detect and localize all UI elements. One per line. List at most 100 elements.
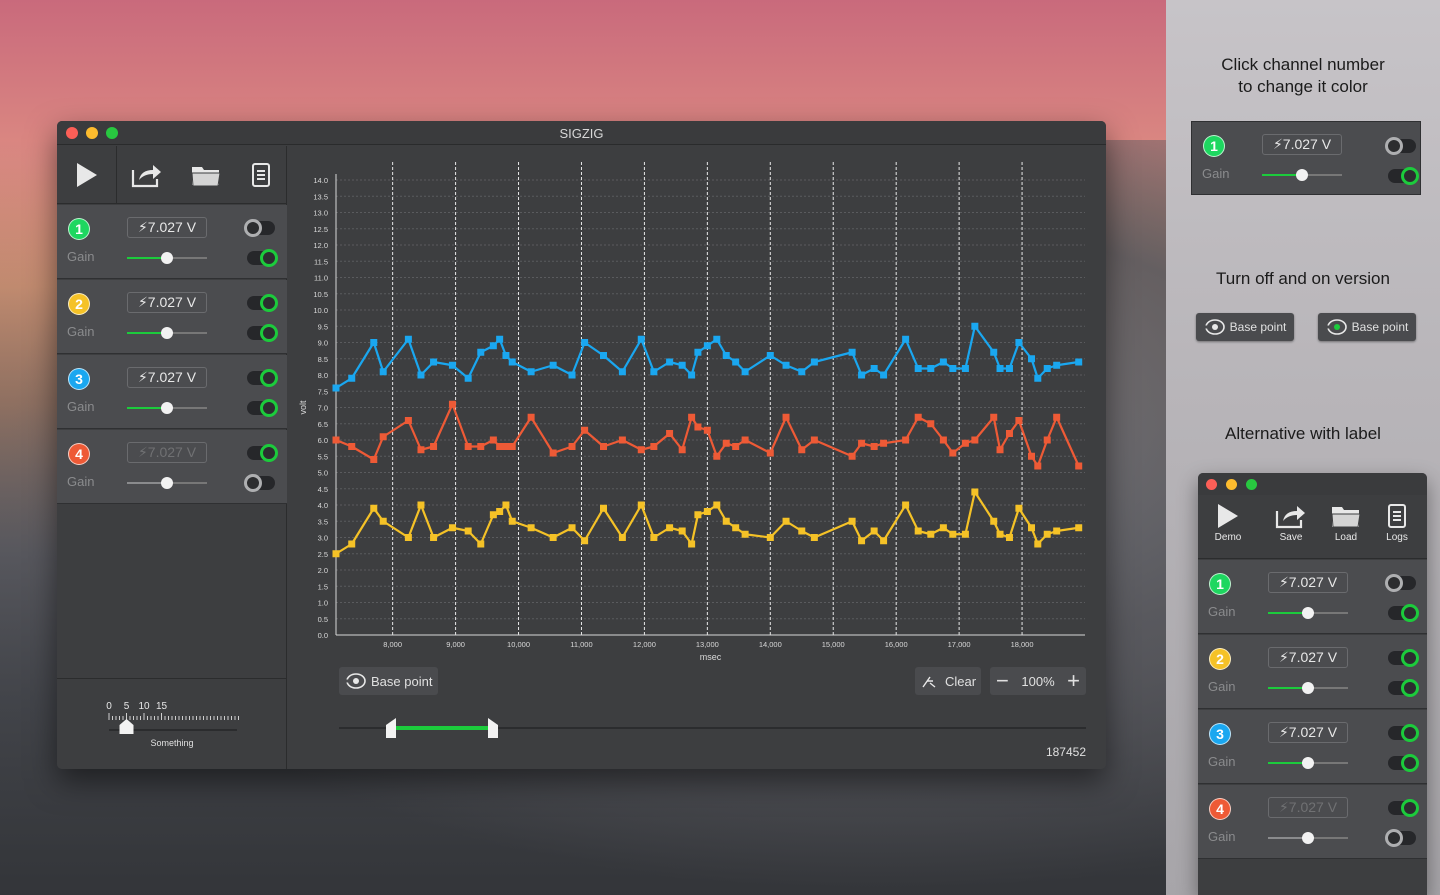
- alt-gain-knob[interactable]: [1302, 607, 1314, 619]
- sample-toggle-top[interactable]: [1385, 137, 1416, 155]
- alt-channel-3: 3 ⚡7.027 V Gain: [1198, 710, 1427, 784]
- data-point-series-3: [914, 527, 922, 535]
- alt-enable-toggle[interactable]: [1388, 754, 1419, 772]
- bolt-icon: ⚡: [137, 444, 148, 460]
- alt-enable-toggle[interactable]: [1388, 679, 1419, 697]
- alt-visibility-toggle[interactable]: [1388, 649, 1419, 667]
- alt-gain-knob[interactable]: [1302, 832, 1314, 844]
- visibility-toggle[interactable]: [247, 294, 278, 312]
- gain-knob[interactable]: [161, 327, 173, 339]
- data-point-series-1: [1015, 339, 1023, 346]
- clear-label: Clear: [945, 673, 977, 689]
- alt-channel-number[interactable]: 3: [1209, 723, 1231, 745]
- visibility-toggle[interactable]: [247, 444, 278, 462]
- alt-gain-slider[interactable]: [1268, 682, 1348, 694]
- enable-toggle[interactable]: [244, 474, 275, 492]
- alt-channel-number[interactable]: 4: [1209, 798, 1231, 820]
- log-button[interactable]: [235, 146, 287, 204]
- channel-number[interactable]: 2: [68, 293, 90, 315]
- visibility-toggle[interactable]: [244, 219, 275, 237]
- enable-toggle[interactable]: [247, 249, 278, 267]
- alt-save-button[interactable]: Save: [1266, 503, 1316, 543]
- sample-gain-slider[interactable]: [1262, 169, 1342, 181]
- alt-demo-label: Demo: [1214, 532, 1242, 543]
- data-point-series-3: [1028, 524, 1035, 532]
- data-point-series-2: [694, 423, 702, 431]
- enable-toggle[interactable]: [247, 399, 278, 417]
- alt-demo-button[interactable]: Demo: [1203, 503, 1253, 543]
- share-icon: [1275, 506, 1305, 529]
- alt-visibility-toggle[interactable]: [1385, 574, 1416, 592]
- alt-gain-knob[interactable]: [1302, 757, 1314, 769]
- sample-toggle-bottom[interactable]: [1388, 167, 1419, 185]
- y-axis-label: volt: [298, 400, 308, 415]
- alt-voltage-text: 7.027 V: [1288, 799, 1338, 815]
- zoom-control: − 100% +: [990, 667, 1086, 695]
- sample-gain-knob[interactable]: [1296, 169, 1308, 181]
- alt-visibility-toggle[interactable]: [1388, 724, 1419, 742]
- alt-load-button[interactable]: Load: [1321, 503, 1371, 543]
- alt-close-button[interactable]: [1206, 479, 1217, 490]
- gain-slider[interactable]: [127, 252, 207, 264]
- y-tick-label: 10.0: [313, 306, 328, 315]
- base-point-on-button[interactable]: Base point: [1318, 313, 1416, 341]
- clear-button[interactable]: Clear: [915, 667, 981, 695]
- bolt-icon: ⚡: [1278, 724, 1289, 740]
- alt-visibility-toggle[interactable]: [1388, 799, 1419, 817]
- y-tick-label: 8.5: [318, 355, 328, 364]
- range-slider[interactable]: [339, 718, 1086, 738]
- ruler-label: Something: [150, 738, 194, 748]
- gain-slider[interactable]: [127, 327, 207, 339]
- channel-number[interactable]: 3: [68, 368, 90, 390]
- open-button[interactable]: [177, 146, 235, 204]
- ruler-control[interactable]: 0 5 10 15 Something: [57, 678, 287, 769]
- data-point-series-2: [496, 443, 504, 450]
- zoom-in-button[interactable]: +: [1067, 670, 1080, 692]
- visibility-toggle[interactable]: [247, 369, 278, 387]
- ruler-knob[interactable]: [119, 719, 134, 734]
- gain-knob[interactable]: [161, 477, 173, 489]
- gain-knob[interactable]: [161, 252, 173, 264]
- sample-channel: 1 ⚡7.027 V Gain: [1191, 121, 1421, 195]
- y-tick-label: 9.0: [318, 339, 328, 348]
- range-end-handle[interactable]: [488, 718, 499, 738]
- alt-minimize-button[interactable]: [1226, 479, 1237, 490]
- alt-channel-number[interactable]: 2: [1209, 648, 1231, 670]
- alt-gain-slider[interactable]: [1268, 832, 1348, 844]
- channel-number[interactable]: 1: [68, 218, 90, 240]
- play-button[interactable]: [57, 146, 117, 204]
- gain-slider[interactable]: [127, 477, 207, 489]
- enable-toggle[interactable]: [247, 324, 278, 342]
- data-point-series-1: [713, 335, 721, 343]
- share-button[interactable]: [117, 146, 177, 204]
- alt-gain-label: Gain: [1208, 829, 1236, 844]
- base-point-off-button[interactable]: Base point: [1196, 313, 1294, 341]
- alt-gain-knob[interactable]: [1302, 682, 1314, 694]
- base-point-button[interactable]: Base point: [339, 667, 438, 695]
- bolt-icon: ⚡: [137, 369, 148, 385]
- data-point-series-1: [939, 358, 947, 366]
- data-point-series-2: [379, 433, 387, 441]
- gain-knob[interactable]: [161, 402, 173, 414]
- data-point-series-3: [678, 527, 686, 535]
- data-point-series-2: [766, 449, 774, 457]
- alt-enable-toggle[interactable]: [1388, 604, 1419, 622]
- alt-zoom-button[interactable]: [1246, 479, 1257, 490]
- data-point-series-1: [732, 358, 740, 366]
- alt-logs-button[interactable]: Logs: [1372, 503, 1422, 543]
- channel-number[interactable]: 4: [68, 443, 90, 465]
- gain-slider[interactable]: [127, 402, 207, 414]
- alt-gain-slider[interactable]: [1268, 607, 1348, 619]
- visibility-toggle-knob: [260, 294, 278, 312]
- enable-toggle-knob: [244, 474, 262, 492]
- alt-enable-toggle[interactable]: [1385, 829, 1416, 847]
- range-start-handle[interactable]: [386, 718, 397, 738]
- data-point-series-2: [732, 443, 740, 450]
- gain-label: Gain: [67, 474, 95, 489]
- alt-channel-number[interactable]: 1: [1209, 573, 1231, 595]
- data-point-series-3: [996, 530, 1004, 538]
- zoom-out-button[interactable]: −: [996, 670, 1009, 692]
- data-point-series-3: [703, 508, 711, 515]
- sample-channel-number[interactable]: 1: [1203, 135, 1225, 157]
- alt-gain-slider[interactable]: [1268, 757, 1348, 769]
